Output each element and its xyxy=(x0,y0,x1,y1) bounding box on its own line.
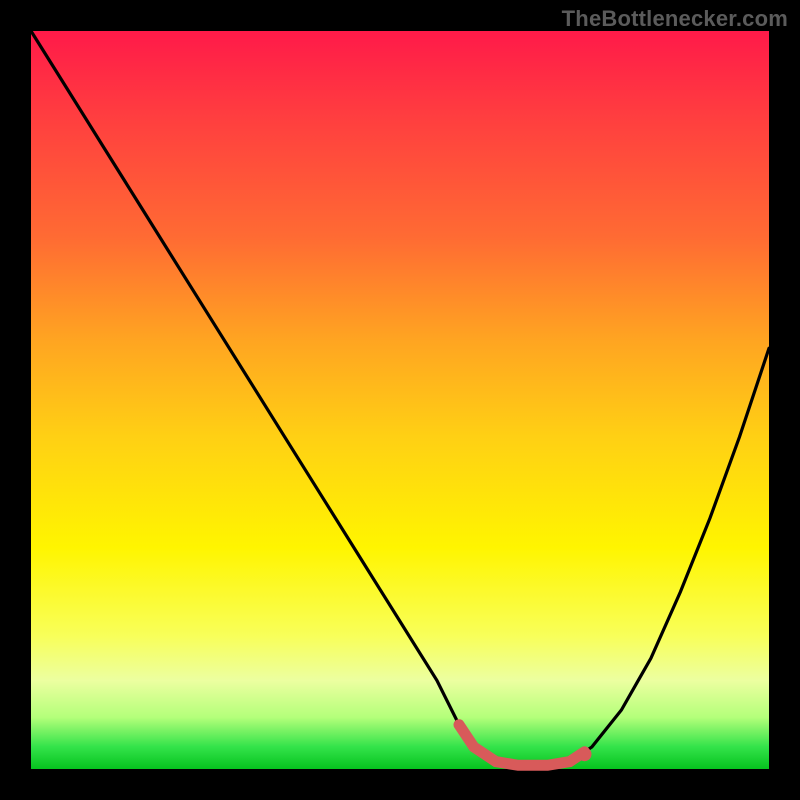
plot-area xyxy=(31,31,769,769)
chart-frame: TheBottlenecker.com xyxy=(0,0,800,800)
curve-svg xyxy=(31,31,769,769)
trough-end-marker xyxy=(578,747,592,761)
trough-highlight xyxy=(459,725,585,766)
bottleneck-curve-path xyxy=(31,31,769,765)
watermark-text: TheBottlenecker.com xyxy=(562,6,788,32)
